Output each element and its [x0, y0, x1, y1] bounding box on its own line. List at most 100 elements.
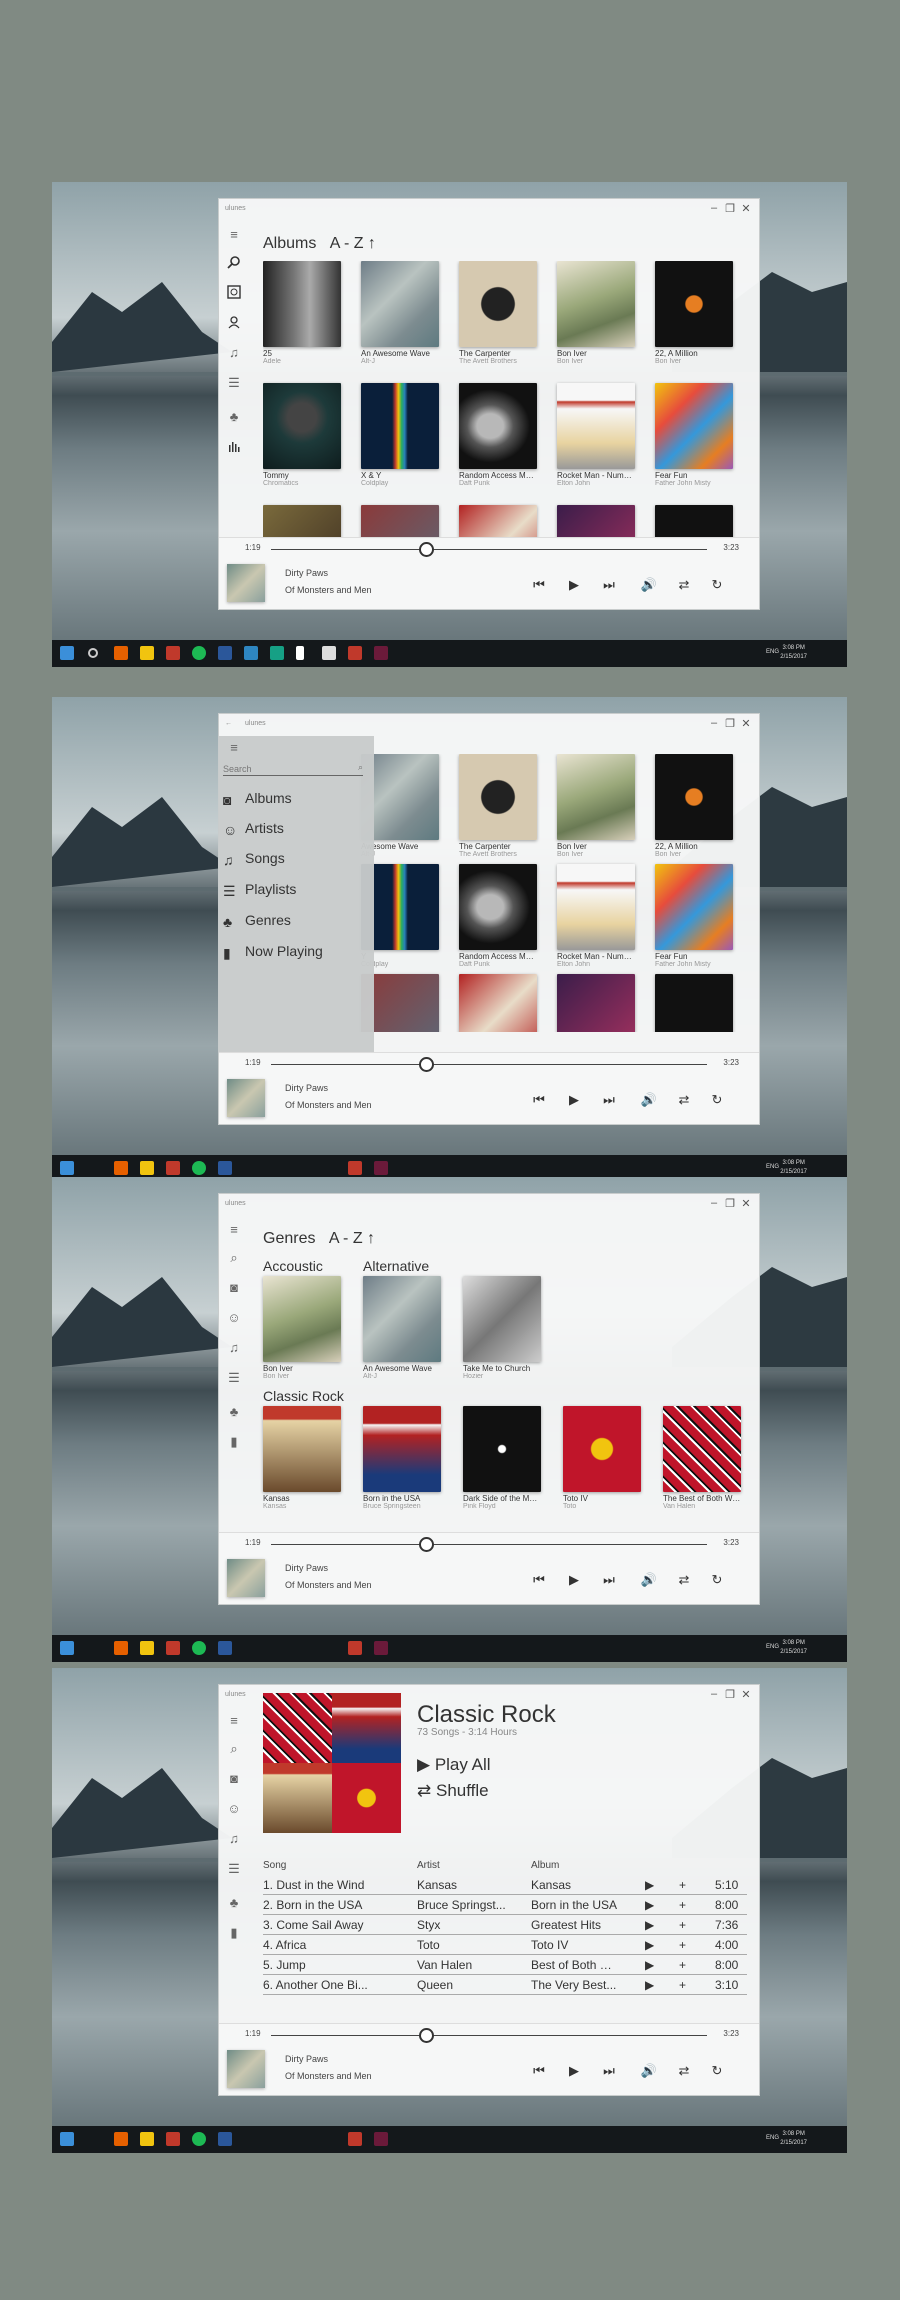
previous-button[interactable]: ⏮ [529, 1090, 549, 1110]
visual-studio-icon[interactable] [218, 1161, 232, 1175]
explorer-icon[interactable] [140, 1161, 154, 1175]
album-tile[interactable]: An Awesome Wave Alt-J [361, 261, 439, 365]
album-tile[interactable] [459, 974, 537, 1032]
minimize-button[interactable]: – [707, 1688, 721, 1700]
albums-icon[interactable] [226, 285, 242, 301]
album-tile[interactable]: Born in the USA Bruce Springsteen [363, 1406, 441, 1510]
repeat-button[interactable]: ↻ [707, 2061, 727, 2081]
shuffle-all-button[interactable]: ⇄ Shuffle [417, 1781, 489, 1801]
album-tile[interactable]: Dark Side of the Moo... Pink Floyd [463, 1406, 541, 1510]
close-button[interactable]: ✕ [739, 202, 753, 215]
repeat-button[interactable]: ↻ [707, 1570, 727, 1590]
next-button[interactable]: ⏭ [599, 2061, 619, 2081]
album-tile[interactable]: Rocket Man - Numbe... Elton John [557, 864, 635, 968]
menu-item-genres[interactable]: ♣ Genres [223, 910, 291, 930]
playlists-icon[interactable]: ☰ [226, 375, 242, 391]
album-tile[interactable] [655, 974, 733, 1032]
app-icon[interactable] [244, 646, 258, 660]
search-icon[interactable] [226, 255, 242, 271]
repeat-button[interactable]: ↻ [707, 575, 727, 595]
volume-button[interactable]: 🔊 [639, 2061, 659, 2081]
table-row[interactable]: 4. Africa Toto Toto IV ▶ +4:00 [263, 1935, 747, 1955]
acrobat-icon[interactable] [348, 646, 362, 660]
seek-bar[interactable] [271, 1544, 707, 1545]
album-tile[interactable]: Fear Fun Father John Misty [655, 383, 733, 487]
spotify-icon[interactable] [192, 2132, 206, 2146]
previous-button[interactable]: ⏮ [529, 2061, 549, 2081]
previous-button[interactable]: ⏮ [529, 575, 549, 595]
explorer-icon[interactable] [140, 2132, 154, 2146]
cortana-icon[interactable] [88, 648, 98, 658]
close-button[interactable]: ✕ [739, 1688, 753, 1701]
minimize-button[interactable]: – [707, 717, 721, 729]
album-tile[interactable]: 22, A Million Bon Iver [655, 261, 733, 365]
album-tile[interactable]: Tommy Chromatics [263, 383, 341, 487]
maximize-button[interactable]: ❐ [723, 717, 737, 730]
seek-bar[interactable] [271, 1064, 707, 1065]
table-row[interactable]: 5. Jump Van Halen Best of Both W... ▶ +8:00 [263, 1955, 747, 1975]
seek-knob[interactable] [419, 2028, 434, 2043]
album-tile[interactable]: Take Me to Church Hozier [463, 1276, 541, 1380]
xd-icon[interactable] [374, 1161, 388, 1175]
genres-icon[interactable]: ♣ [226, 1404, 242, 1420]
xd-icon[interactable] [374, 2132, 388, 2146]
firefox-icon[interactable] [114, 1641, 128, 1655]
album-tile[interactable]: X & Y Coldplay [361, 383, 439, 487]
album-tile[interactable]: Random Access Mem... Daft Punk [459, 864, 537, 968]
app-icon[interactable] [322, 646, 336, 660]
playlists-icon[interactable]: ☰ [226, 1861, 242, 1877]
now-playing-icon[interactable] [226, 439, 242, 455]
search-icon[interactable]: ⌕ [226, 1741, 242, 1757]
sort-label[interactable]: A - Z [329, 1230, 363, 1247]
play-all-button[interactable]: ▶ Play All [417, 1755, 491, 1775]
album-tile[interactable]: Bon Iver Bon Iver [263, 1276, 341, 1380]
album-tile[interactable] [459, 505, 537, 539]
hamburger-menu-icon[interactable]: ≡ [226, 740, 242, 756]
visual-studio-icon[interactable] [218, 2132, 232, 2146]
acrobat-icon[interactable] [348, 2132, 362, 2146]
language-indicator[interactable]: ENG [766, 649, 779, 655]
spotify-icon[interactable] [192, 646, 206, 660]
album-tile[interactable]: Random Access Mem... Daft Punk [459, 383, 537, 487]
now-playing-icon[interactable]: ▮ [226, 1434, 242, 1450]
firefox-icon[interactable] [114, 646, 128, 660]
minimize-button[interactable]: – [707, 202, 721, 214]
volume-button[interactable]: 🔊 [639, 575, 659, 595]
next-button[interactable]: ⏭ [599, 575, 619, 595]
album-tile[interactable]: Rocket Man - Numbe... Elton John [557, 383, 635, 487]
play-button[interactable]: ▶ [564, 1090, 584, 1110]
genre-heading[interactable]: Alternative [363, 1258, 429, 1274]
next-button[interactable]: ⏭ [599, 1570, 619, 1590]
firefox-icon[interactable] [114, 2132, 128, 2146]
explorer-icon[interactable] [140, 646, 154, 660]
seek-knob[interactable] [419, 1537, 434, 1552]
genres-icon[interactable]: ♣ [226, 409, 242, 425]
start-icon[interactable] [60, 2132, 74, 2146]
songs-icon[interactable]: ♫ [226, 1831, 242, 1847]
table-row[interactable]: 2. Born in the USA Bruce Springst... Born … [263, 1895, 747, 1915]
album-tile[interactable]: The Best of Both Wor... Van Halen [663, 1406, 741, 1510]
table-row[interactable]: 3. Come Sail Away Styx Greatest Hits ▶ +7:36 [263, 1915, 747, 1935]
itunes-icon[interactable] [166, 1641, 180, 1655]
search-icon[interactable]: ⌕ [226, 1250, 242, 1266]
album-tile[interactable]: The Carpenter The Avett Brothers [459, 754, 537, 858]
previous-button[interactable]: ⏮ [529, 1570, 549, 1590]
album-tile[interactable] [557, 974, 635, 1032]
menu-item-artists[interactable]: ☺ Artists [223, 818, 284, 838]
genre-heading[interactable]: Accoustic [263, 1258, 323, 1274]
maximize-button[interactable]: ❐ [723, 1197, 737, 1210]
genre-heading[interactable]: Classic Rock [263, 1388, 344, 1404]
clock[interactable]: 3:08 PM 2/15/2017 [780, 1639, 807, 1657]
album-tile[interactable] [557, 505, 635, 539]
itunes-icon[interactable] [166, 2132, 180, 2146]
acrobat-icon[interactable] [348, 1641, 362, 1655]
genres-icon[interactable]: ♣ [226, 1895, 242, 1911]
start-icon[interactable] [60, 1161, 74, 1175]
play-button[interactable]: ▶ [564, 575, 584, 595]
hamburger-menu-icon[interactable]: ≡ [226, 227, 242, 243]
acrobat-icon[interactable] [348, 1161, 362, 1175]
shuffle-button[interactable]: ⇄ [674, 2061, 694, 2081]
shuffle-button[interactable]: ⇄ [674, 1570, 694, 1590]
close-button[interactable]: ✕ [739, 717, 753, 730]
album-tile[interactable]: The Carpenter The Avett Brothers [459, 261, 537, 365]
